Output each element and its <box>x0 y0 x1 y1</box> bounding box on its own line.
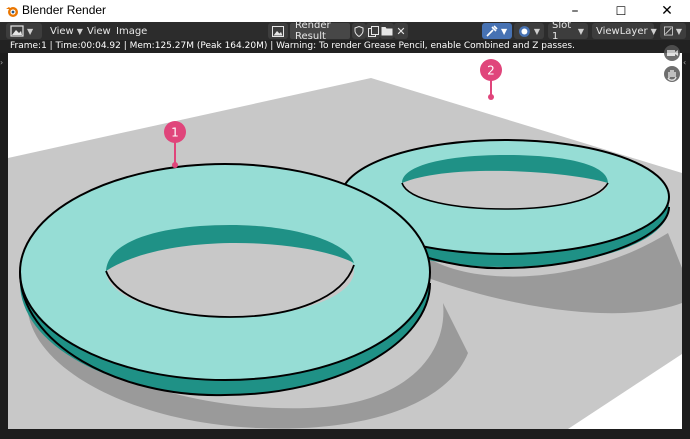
left-panel-toggle-icon[interactable]: › <box>0 58 8 70</box>
marker-2-label: 2 <box>487 64 495 78</box>
open-folder-icon[interactable] <box>380 23 394 39</box>
duplicate-icon[interactable] <box>366 23 380 39</box>
sample-tool-icon[interactable]: ▼ <box>482 23 512 39</box>
right-panel-toggle-icon[interactable]: ‹ <box>683 58 690 70</box>
chevron-down-icon: ▼ <box>533 26 540 36</box>
editor-type-selector[interactable]: ▼ <box>6 23 42 39</box>
view-layer-label: ViewLayer <box>596 25 648 37</box>
render-status-bar: Frame:1 | Time:00:04.92 | Mem:125.27M (P… <box>0 40 690 53</box>
render-image: 1 2 <box>8 59 682 429</box>
window-title: Blender Render <box>22 3 107 17</box>
fake-user-shield-icon[interactable] <box>352 23 366 39</box>
image-editor-header: ▼ View ▼ View Image Render Result ✕ ▼ ▼ … <box>0 20 690 42</box>
maximize-button[interactable]: ☐ <box>598 0 644 22</box>
view-menu-dropdown[interactable]: View ▼ <box>50 23 83 39</box>
view-layer-dropdown[interactable]: ViewLayer ▼ <box>592 23 657 39</box>
blender-render-window: Blender Render – ☐ ✕ ▼ View ▼ View Image… <box>0 0 690 439</box>
chevron-down-icon: ▼ <box>501 26 508 36</box>
chevron-down-icon: ▼ <box>27 26 34 36</box>
close-window-button[interactable]: ✕ <box>644 0 690 22</box>
pan-hand-icon[interactable] <box>664 66 680 82</box>
chevron-down-icon: ▼ <box>650 26 657 36</box>
blender-icon <box>6 7 18 17</box>
render-viewport[interactable]: 1 2 <box>8 53 682 429</box>
torus-1 <box>19 163 431 397</box>
minimize-button[interactable]: – <box>552 0 598 22</box>
chevron-down-icon: ▼ <box>675 26 682 36</box>
image-menu[interactable]: Image <box>116 23 147 39</box>
image-editor-icon <box>272 25 284 37</box>
close-icon[interactable]: ✕ <box>394 23 408 39</box>
chevron-down-icon: ▼ <box>76 26 83 36</box>
render-slot-dropdown[interactable]: Slot 1 ▼ <box>548 20 588 42</box>
sidebar-icon[interactable]: ▼ <box>660 23 686 39</box>
chevron-down-icon: ▼ <box>577 26 584 36</box>
camera-icon[interactable] <box>664 45 680 61</box>
view-menu-label: View <box>50 25 74 37</box>
render-stats-text: Frame:1 | Time:00:04.92 | Mem:125.27M (P… <box>10 41 575 51</box>
render-slot-label: Slot 1 <box>552 20 572 42</box>
browse-image-button[interactable] <box>268 23 288 39</box>
display-channels-icon[interactable]: ▼ <box>514 23 544 39</box>
title-bar: Blender Render – ☐ ✕ <box>0 0 690 22</box>
view-menu[interactable]: View <box>87 23 111 39</box>
marker-1-label: 1 <box>171 126 179 140</box>
marker-2[interactable]: 2 <box>480 59 502 100</box>
image-name-field[interactable]: Render Result <box>290 20 350 42</box>
image-editor-icon <box>10 25 24 37</box>
